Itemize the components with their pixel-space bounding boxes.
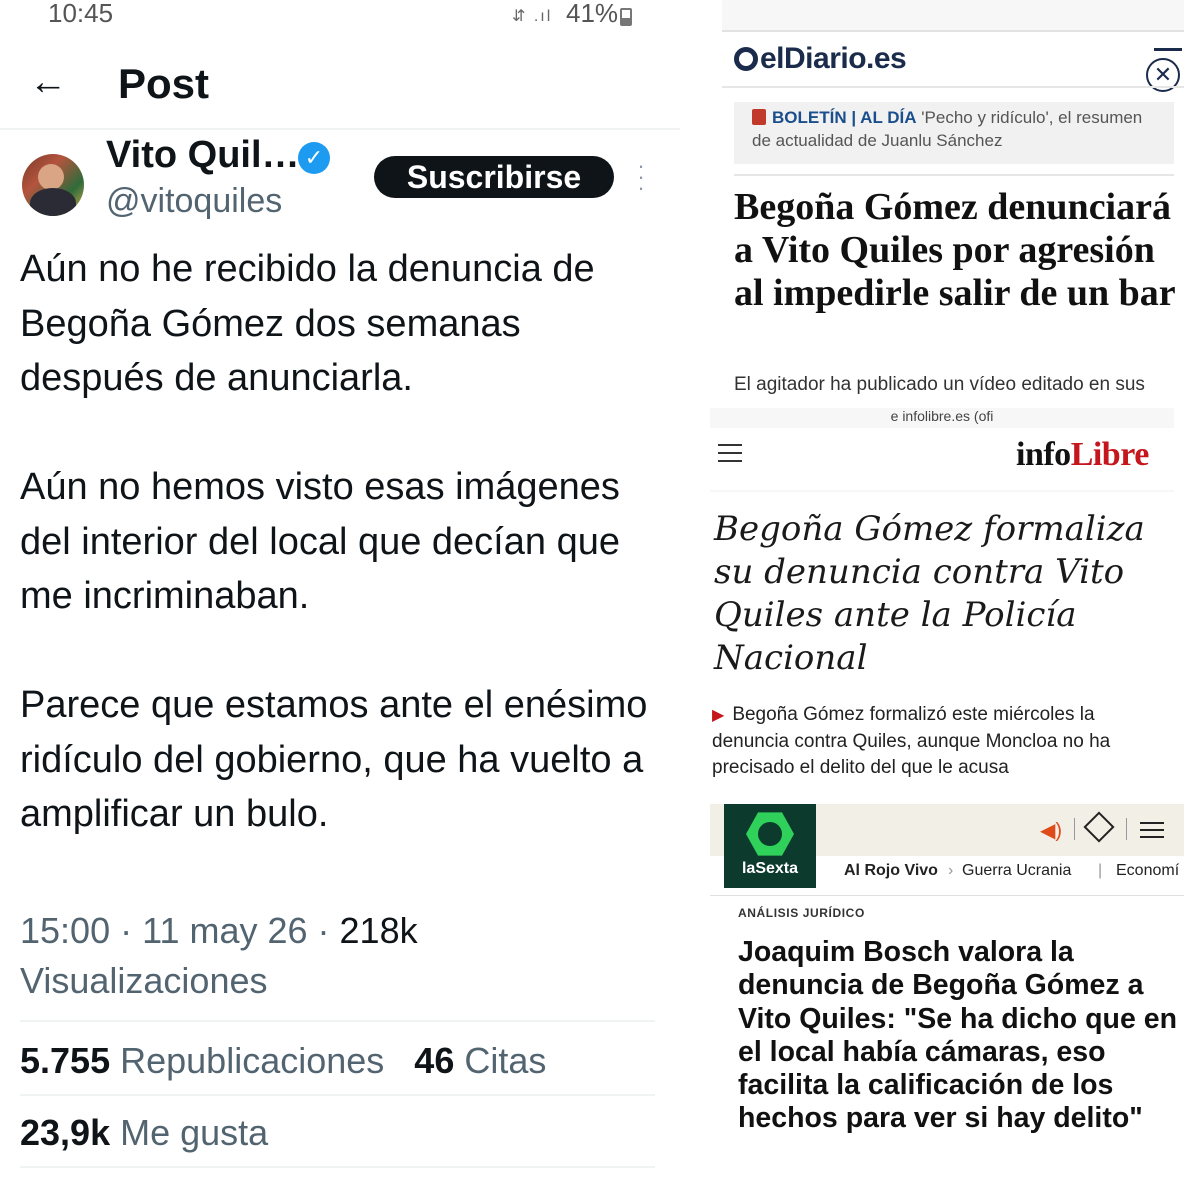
share-icon[interactable]	[1083, 811, 1115, 843]
separator	[1074, 818, 1075, 840]
author-name[interactable]: Vito Quil…	[106, 134, 300, 177]
nav-item[interactable]: Al Rojo Vivo	[844, 862, 938, 880]
post-topbar: ← Post	[0, 40, 680, 130]
post-date: 11 may 26	[142, 910, 308, 951]
infolibre-body: Begoña Gómez formaliza su denuncia contr…	[710, 492, 1174, 788]
download-icon	[752, 109, 766, 125]
divider	[20, 1166, 655, 1168]
post-meta: 15:00 · 11 may 26 · 218k Visualizaciones	[20, 910, 418, 1001]
verified-badge-icon: ✓	[298, 142, 330, 174]
post-paragraph: Aún no hemos visto esas imágenes del int…	[20, 466, 620, 617]
browser-topline	[722, 0, 1184, 32]
back-arrow-icon[interactable]: ←	[28, 62, 68, 102]
lasexta-logo-icon	[746, 812, 794, 856]
status-bar: 10:45 ⇵ .ıl 41%	[0, 0, 680, 32]
eldiario-logo[interactable]: elDiario.es	[734, 42, 907, 76]
reposts-label: Republicaciones	[120, 1040, 385, 1081]
likes-row: 23,9k Me gusta	[20, 1112, 268, 1154]
eldiario-headline[interactable]: Begoña Gómez denunciará a Vito Quiles po…	[734, 186, 1184, 315]
signal-icon: ⇵ .ıl	[512, 8, 553, 25]
lasexta-article: ◀) Al Rojo Vivo › Guerra Ucrania | Econo…	[710, 804, 1184, 1184]
post-paragraph: Parece que estamos ante el enésimo ridíc…	[20, 684, 648, 835]
post-paragraph: Aún no he recibido la denuncia de Begoña…	[20, 248, 595, 399]
reposts-quotes-row: 5.755 Republicaciones 46 Citas	[20, 1040, 546, 1082]
reposts-count: 5.755	[20, 1040, 111, 1081]
play-arrow-icon: ▶	[712, 707, 725, 724]
lasexta-logo-label: laSexta	[741, 860, 799, 877]
quotes-count: 46	[414, 1040, 455, 1081]
hamburger-menu-icon[interactable]	[718, 444, 742, 464]
post-body: Aún no he recibido la denuncia de Begoña…	[20, 242, 670, 842]
more-options-icon[interactable]: · · ·	[632, 155, 650, 199]
likes-stat[interactable]: 23,9k Me gusta	[20, 1112, 268, 1153]
eldiario-logo-text: elDiario.es	[760, 42, 907, 75]
subscribe-button[interactable]: Suscribirse	[374, 156, 614, 198]
views-count: 218k	[339, 910, 418, 951]
chevron-right-icon: ›	[948, 862, 954, 879]
post-time: 15:00	[20, 910, 111, 951]
views-label: Visualizaciones	[20, 960, 268, 1001]
bulletin-banner[interactable]: BOLETÍN | AL DÍA 'Pecho y ridículo', el …	[734, 102, 1174, 164]
status-battery: 41%	[566, 0, 619, 28]
infolibre-headline[interactable]: Begoña Gómez formaliza su denuncia contr…	[714, 508, 1170, 680]
likes-label: Me gusta	[120, 1112, 269, 1153]
quotes-label: Citas	[464, 1040, 547, 1081]
divider	[20, 1094, 655, 1096]
eldiario-subheadline: El agitador ha publicado un vídeo editad…	[734, 374, 1145, 395]
infolibre-header: infoLibre	[710, 428, 1174, 490]
x-post-panel: 10:45 ⇵ .ıl 41% ← Post Vito Quil… ✓ @vit…	[0, 0, 680, 1200]
bulletin-tag: BOLETÍN | AL DÍA	[772, 108, 917, 127]
reposts-stat[interactable]: 5.755 Republicaciones	[20, 1040, 384, 1081]
battery-icon	[620, 8, 632, 26]
infolibre-logo[interactable]: infoLibre	[1016, 436, 1149, 474]
lasexta-kicker: ANÁLISIS JURÍDICO	[738, 906, 865, 920]
url-fragment: e infolibre.es (ofi	[890, 408, 994, 424]
lasexta-logo[interactable]: laSexta	[724, 804, 816, 888]
separator: |	[1098, 862, 1103, 879]
infolibre-summary: ▶ Begoña Gómez formalizó este miércoles l…	[712, 702, 1172, 781]
status-time: 10:45	[48, 0, 114, 28]
logo-info: info	[1016, 436, 1071, 473]
avatar[interactable]	[22, 154, 84, 216]
eldiario-logo-icon	[734, 47, 758, 71]
separator	[1126, 818, 1127, 840]
lasexta-headline[interactable]: Joaquim Bosch valora la denuncia de Bego…	[738, 936, 1178, 1136]
menu-bar-icon	[1154, 48, 1182, 51]
likes-count: 23,9k	[20, 1112, 111, 1153]
quotes-stat[interactable]: 46 Citas	[414, 1040, 546, 1081]
divider	[722, 86, 1184, 88]
author-row: Vito Quil… ✓ @vitoquiles Suscribirse · · ·	[0, 134, 680, 230]
logo-libre: Libre	[1070, 436, 1150, 473]
summary-text: Begoña Gómez formalizó este miércoles la…	[712, 704, 1111, 778]
divider	[734, 174, 1174, 176]
nav-item[interactable]: Economí	[1116, 862, 1179, 880]
divider	[20, 1020, 655, 1022]
menu-icon[interactable]	[1140, 822, 1164, 840]
page-title: Post	[118, 60, 210, 107]
infolibre-article: e infolibre.es (ofi infoLibre Begoña Góm…	[710, 408, 1174, 788]
eldiario-article: elDiario.es ✕ BOLETÍN | AL DÍA 'Pecho y …	[722, 0, 1184, 398]
author-handle[interactable]: @vitoquiles	[106, 182, 282, 221]
nav-item[interactable]: Guerra Ucrania	[962, 862, 1071, 880]
speaker-icon[interactable]: ◀)	[1040, 818, 1062, 843]
